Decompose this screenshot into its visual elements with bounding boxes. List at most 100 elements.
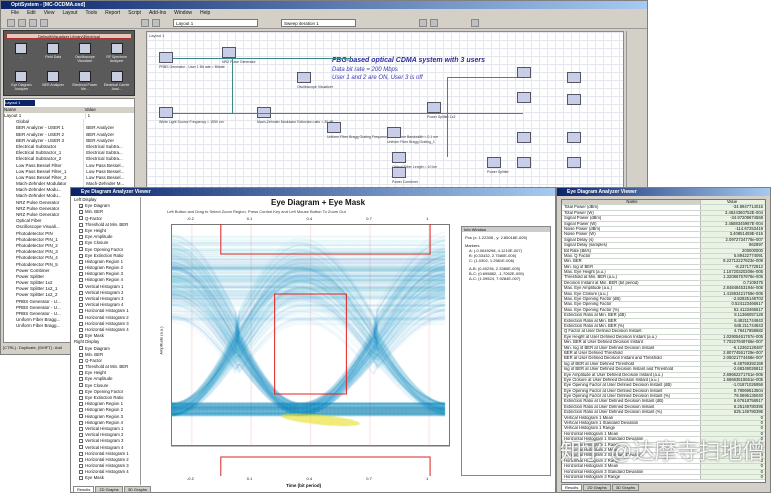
checkbox[interactable] (79, 439, 83, 444)
layout-component[interactable] (222, 47, 236, 58)
library-item[interactable]: BER Analyzer (38, 70, 69, 97)
library-item[interactable]: Electrical Carrier Anal... (101, 70, 132, 97)
checkbox[interactable] (79, 426, 83, 431)
tab-results[interactable]: Results (561, 484, 583, 491)
checkbox[interactable] (79, 228, 83, 233)
checkbox[interactable] (79, 259, 83, 264)
undo-icon[interactable] (141, 18, 149, 27)
checkbox[interactable] (79, 420, 83, 425)
checkbox[interactable] (79, 309, 83, 314)
tab-results[interactable]: Results (73, 486, 95, 493)
checkbox[interactable] (79, 364, 83, 369)
fbg-component[interactable] (567, 132, 581, 143)
checkbox[interactable] (79, 414, 83, 419)
checkbox[interactable]: ✓ (79, 333, 83, 338)
menu-help[interactable]: Help (200, 9, 210, 17)
layout-select[interactable]: Layout 1 (173, 18, 258, 27)
checkbox[interactable] (79, 210, 83, 215)
checkbox[interactable] (79, 352, 83, 357)
layout-component[interactable] (159, 52, 173, 63)
library-item[interactable]: Field Data (38, 42, 69, 69)
fbg-component[interactable] (567, 94, 581, 105)
checkbox[interactable] (79, 284, 83, 289)
checkbox[interactable] (79, 408, 83, 413)
tab-2d-graphs[interactable]: 2D Graphs (95, 486, 123, 493)
layout-component[interactable] (487, 157, 501, 168)
library-item[interactable]: Electrical Power Me... (70, 70, 101, 97)
zoom-icon[interactable] (419, 18, 427, 27)
layout-component[interactable] (159, 107, 173, 118)
view-icon[interactable] (471, 18, 479, 27)
checkbox[interactable] (79, 432, 83, 437)
library-item[interactable]: RF Spectrum Analyzer (101, 42, 132, 69)
checkbox[interactable]: ✓ (79, 204, 83, 209)
layout-component[interactable] (392, 167, 406, 178)
checkbox[interactable] (79, 402, 83, 407)
checkbox[interactable] (79, 315, 83, 320)
checkbox[interactable] (79, 272, 83, 277)
menu-file[interactable]: File (11, 9, 19, 17)
checkbox[interactable] (79, 383, 83, 388)
browser-search[interactable]: Layout 1 (5, 100, 35, 106)
checkbox[interactable] (79, 216, 83, 221)
menu-window[interactable]: Window (174, 9, 192, 17)
layout-component[interactable] (327, 122, 341, 133)
checkbox[interactable] (79, 234, 83, 239)
checkbox[interactable] (79, 303, 83, 308)
checkbox[interactable] (79, 371, 83, 376)
new-icon[interactable] (7, 18, 15, 27)
checkbox[interactable] (79, 445, 83, 450)
layout-component[interactable] (387, 127, 401, 138)
checkbox[interactable] (79, 247, 83, 252)
checkbox[interactable] (79, 296, 83, 301)
menu-view[interactable]: View (44, 9, 55, 17)
checkbox[interactable] (79, 476, 83, 481)
menu-add-ins[interactable]: Add-Ins (149, 9, 166, 17)
open-icon[interactable] (18, 18, 26, 27)
canvas-tab[interactable]: Layout 1 (149, 33, 164, 38)
menu-edit[interactable]: Edit (27, 9, 36, 17)
layout-icon[interactable] (152, 18, 160, 27)
checkbox[interactable] (79, 327, 83, 332)
fbg-component[interactable] (517, 132, 531, 143)
checkbox[interactable] (79, 457, 83, 462)
layout-component[interactable] (427, 102, 441, 113)
checkbox[interactable] (79, 265, 83, 270)
checkbox[interactable] (79, 451, 83, 456)
checkbox[interactable] (79, 377, 83, 382)
sweep-select[interactable]: Sweep iteration 1 (281, 18, 356, 27)
layout-component[interactable] (297, 72, 311, 83)
layout-component[interactable] (392, 152, 406, 163)
display-item[interactable]: Eye Mask (71, 475, 140, 481)
fbg-component[interactable] (517, 157, 531, 168)
tab-2d-graphs[interactable]: 2D Graphs (583, 484, 611, 491)
save-icon[interactable] (29, 18, 37, 27)
checkbox[interactable] (79, 241, 83, 246)
checkbox[interactable] (79, 346, 83, 351)
col-name[interactable]: Name (562, 200, 701, 205)
menu-tools[interactable]: Tools (85, 9, 97, 17)
table-row[interactable]: Horizontal Histogram 3 Range 0 (562, 474, 765, 481)
menu-script[interactable]: Script (128, 9, 141, 17)
checkbox[interactable] (79, 358, 83, 363)
checkbox[interactable] (79, 321, 83, 326)
col-value[interactable]: Value (700, 200, 765, 205)
checkbox[interactable] (79, 253, 83, 258)
menu-report[interactable]: Report (105, 9, 120, 17)
menu-layout[interactable]: Layout (62, 9, 77, 17)
fbg-component[interactable] (517, 92, 531, 103)
checkbox[interactable] (79, 395, 83, 400)
fbg-component[interactable] (517, 67, 531, 78)
checkbox[interactable] (79, 389, 83, 394)
layout-canvas[interactable]: Layout 1 FBG-based optical CDMA system w… (146, 31, 624, 191)
library-item[interactable]: .. (6, 42, 37, 69)
fbg-component[interactable] (567, 157, 581, 168)
checkbox[interactable] (79, 470, 83, 475)
checkbox[interactable] (79, 463, 83, 468)
grid-icon[interactable] (430, 18, 438, 27)
tab-3d-graphs[interactable]: 3D Graphs (123, 486, 152, 493)
fbg-component[interactable] (567, 72, 581, 83)
checkbox[interactable] (79, 278, 83, 283)
library-item[interactable]: Eye Diagram Analyzer (6, 70, 37, 97)
library-item[interactable]: Oscilloscope Visualizer (70, 42, 101, 69)
